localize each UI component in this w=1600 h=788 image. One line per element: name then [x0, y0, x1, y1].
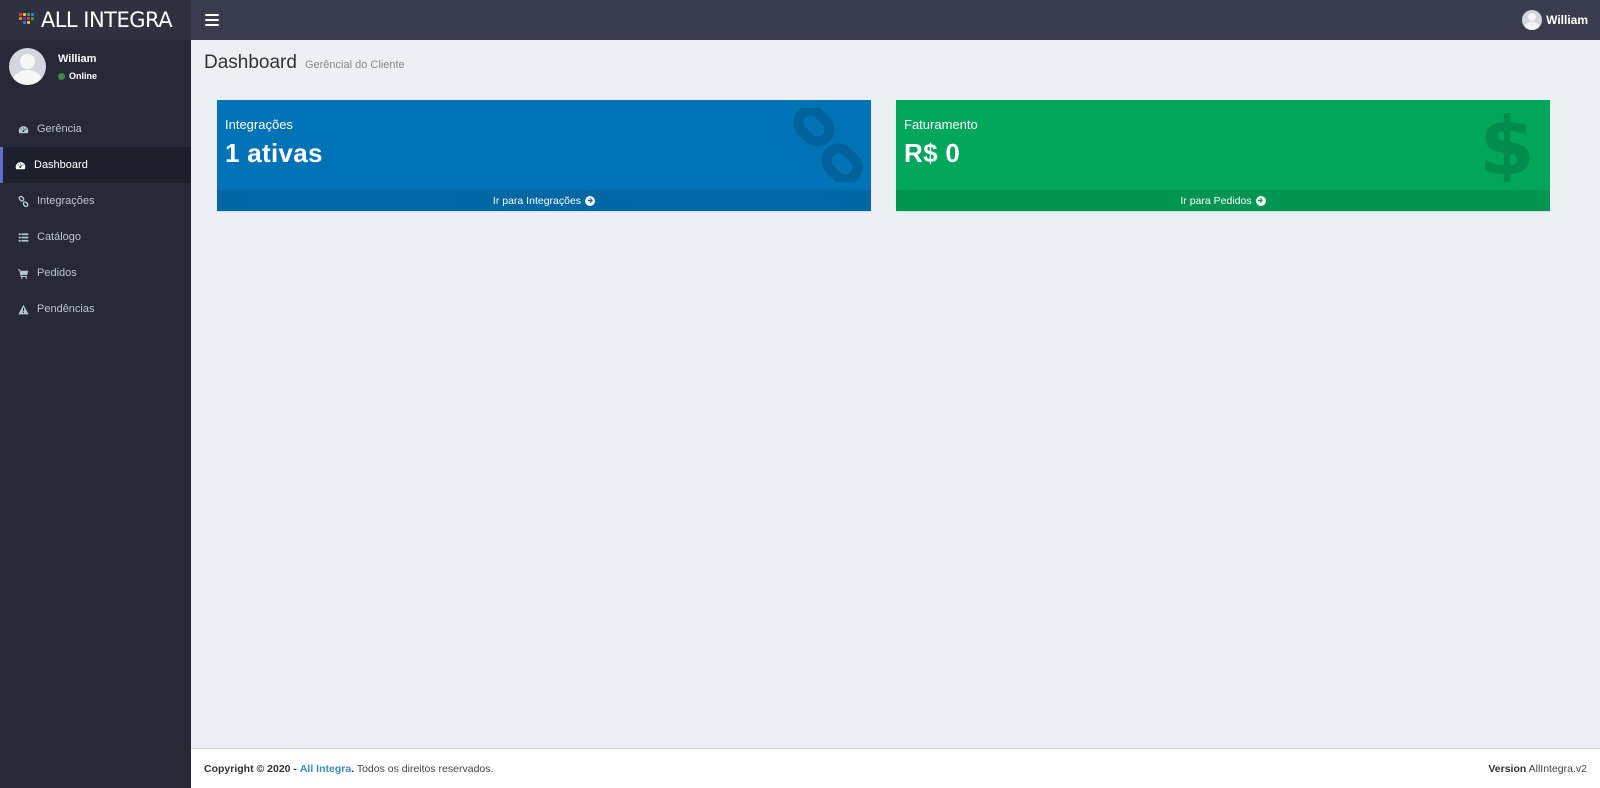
page-subtitle: Gerêncial do Cliente: [304, 59, 405, 71]
integracoes-box: Integrações 1 ativas Ir para Integrações: [217, 100, 871, 211]
sidebar-item-label: Dashboard: [34, 159, 88, 171]
sidebar-item-catalogo[interactable]: Catálogo: [0, 219, 191, 255]
company-link[interactable]: All Integra: [300, 763, 351, 775]
sidebar: William Online Gerência Dashboard Integr…: [0, 40, 191, 788]
copyright: Copyright © 2020 - All Integra. Todos os…: [204, 762, 494, 775]
list-icon: [18, 232, 29, 243]
avatar: [9, 48, 46, 85]
sidebar-item-label: Gerência: [37, 123, 82, 135]
box-footer-label: Ir para Integrações: [492, 194, 582, 207]
stat-boxes: Integrações 1 ativas Ir para Integrações…: [217, 100, 1550, 211]
arrow-circle-right-icon: [1255, 195, 1266, 206]
link-icon: [18, 195, 29, 207]
warning-icon: [18, 304, 29, 315]
rights-text: Todos os direitos reservados.: [356, 762, 494, 775]
user-menu[interactable]: William: [1522, 10, 1588, 30]
box-label: Integrações: [225, 117, 293, 132]
box-value: 1 ativas: [225, 138, 323, 168]
go-to-pedidos-link[interactable]: Ir para Pedidos: [896, 190, 1550, 211]
sidebar-item-label: Catálogo: [37, 231, 82, 243]
version-value: AllIntegra.v2: [1528, 762, 1587, 775]
box-label: Faturamento: [904, 117, 978, 132]
page-footer: Copyright © 2020 - All Integra. Todos os…: [191, 748, 1600, 788]
sidebar-item-integracoes[interactable]: Integrações: [0, 183, 191, 219]
brand-name: ALL INTEGRA: [40, 8, 173, 32]
faturamento-box: Faturamento R$ 0 $ Ir para Pedidos: [896, 100, 1550, 211]
status-badge: Online: [58, 71, 97, 81]
version-label: Version: [1488, 762, 1527, 775]
sidebar-item-gerencia[interactable]: Gerência: [0, 111, 191, 147]
copyright-prefix: Copyright © 2020 -: [204, 762, 297, 775]
sidebar-menu: Gerência Dashboard Integrações Catálogo …: [0, 111, 191, 327]
user-menu-name: William: [1546, 13, 1588, 27]
link-icon: [793, 108, 863, 182]
sidebar-item-label: Pendências: [37, 303, 95, 315]
dashboard-icon: [15, 160, 26, 171]
page-title: Dashboard: [204, 52, 297, 73]
content-header: Dashboard Gerêncial do Cliente: [191, 40, 1600, 85]
dollar-icon: $: [1479, 108, 1535, 182]
sidebar-item-label: Pedidos: [37, 267, 77, 279]
version-info: Version AllIntegra.v2: [1488, 763, 1587, 775]
sidebar-toggle-icon[interactable]: [205, 14, 219, 26]
main-content: Dashboard Gerêncial do Cliente Integraçõ…: [191, 40, 1600, 748]
svg-text:$: $: [1479, 108, 1535, 182]
online-dot-icon: [58, 72, 65, 80]
brand-mark-icon: [19, 13, 35, 27]
user-panel-name: William: [58, 53, 97, 65]
top-navbar: ALL INTEGRA William: [0, 0, 1600, 40]
user-panel: William Online: [0, 40, 191, 106]
brand-logo[interactable]: ALL INTEGRA: [0, 0, 191, 40]
sidebar-item-dashboard[interactable]: Dashboard: [0, 147, 191, 183]
sidebar-item-pendencias[interactable]: Pendências: [0, 291, 191, 327]
sidebar-item-pedidos[interactable]: Pedidos: [0, 255, 191, 291]
box-footer-label: Ir para Pedidos: [1180, 194, 1252, 207]
go-to-integracoes-link[interactable]: Ir para Integrações: [217, 190, 871, 211]
dashboard-icon: [18, 124, 29, 135]
user-avatar-icon: [1522, 10, 1543, 30]
cart-icon: [18, 268, 29, 279]
sidebar-item-label: Integrações: [37, 195, 95, 207]
box-value: R$ 0: [904, 138, 961, 168]
status-text: Online: [69, 71, 98, 81]
arrow-circle-right-icon: [585, 195, 596, 206]
